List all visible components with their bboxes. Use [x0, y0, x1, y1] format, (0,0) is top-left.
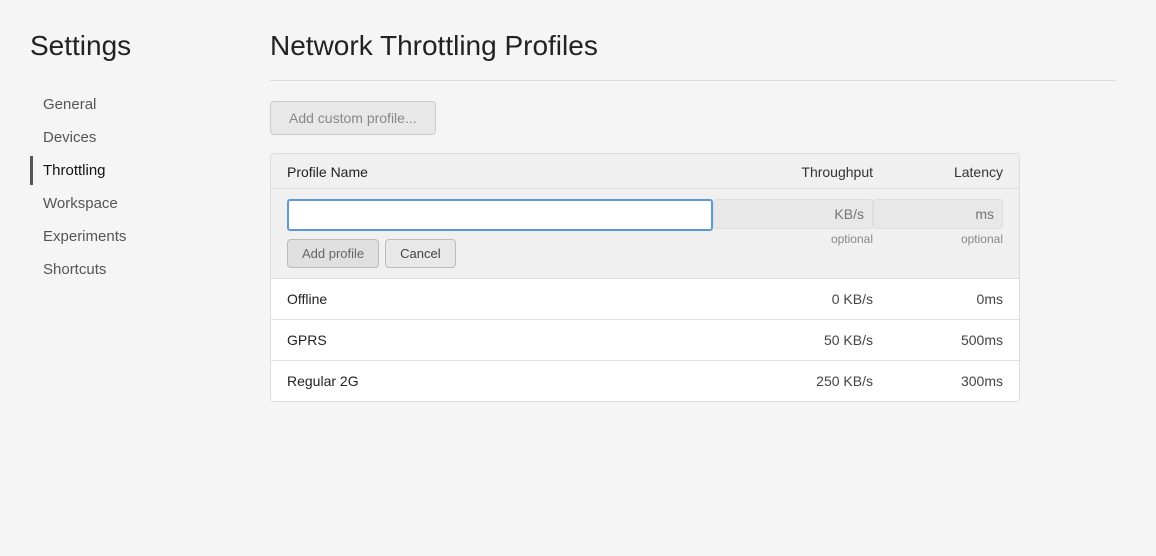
header-profile-name: Profile Name [287, 164, 713, 180]
sidebar-item-shortcuts[interactable]: Shortcuts [30, 255, 210, 284]
row-latency: 500ms [873, 332, 1003, 348]
add-profile-button[interactable]: Add profile [287, 239, 379, 268]
sidebar-title: Settings [30, 30, 210, 62]
page-title: Network Throttling Profiles [270, 30, 1116, 62]
divider [270, 80, 1116, 81]
row-latency: 300ms [873, 373, 1003, 389]
table-row: Offline 0 KB/s 0ms [271, 279, 1019, 320]
row-name: Regular 2G [287, 373, 713, 389]
throughput-col: optional [713, 199, 873, 246]
latency-input[interactable] [873, 199, 1003, 229]
row-name: GPRS [287, 332, 713, 348]
table-row: Regular 2G 250 KB/s 300ms [271, 361, 1019, 401]
profile-name-col: Add profile Cancel [287, 199, 713, 268]
main-content: Network Throttling Profiles Add custom p… [230, 0, 1156, 556]
throughput-optional-label: optional [713, 232, 873, 246]
profile-name-input[interactable] [287, 199, 713, 231]
row-throughput: 250 KB/s [713, 373, 873, 389]
add-custom-profile-button[interactable]: Add custom profile... [270, 101, 436, 135]
row-throughput: 50 KB/s [713, 332, 873, 348]
app-container: Settings General Devices Throttling Work… [0, 0, 1156, 556]
table-row: GPRS 50 KB/s 500ms [271, 320, 1019, 361]
header-throughput: Throughput [713, 164, 873, 180]
sidebar-item-experiments[interactable]: Experiments [30, 222, 210, 251]
cancel-button[interactable]: Cancel [385, 239, 455, 268]
row-throughput: 0 KB/s [713, 291, 873, 307]
sidebar-item-general[interactable]: General [30, 90, 210, 119]
sidebar-item-workspace[interactable]: Workspace [30, 189, 210, 218]
add-row-actions: Add profile Cancel [287, 239, 713, 268]
table-header: Profile Name Throughput Latency [271, 154, 1019, 189]
sidebar-nav: General Devices Throttling Workspace Exp… [30, 90, 210, 284]
header-latency: Latency [873, 164, 1003, 180]
latency-optional-label: optional [873, 232, 1003, 246]
throughput-input[interactable] [713, 199, 873, 229]
row-latency: 0ms [873, 291, 1003, 307]
sidebar-item-throttling[interactable]: Throttling [30, 156, 210, 185]
sidebar: Settings General Devices Throttling Work… [0, 0, 230, 556]
row-name: Offline [287, 291, 713, 307]
profiles-table: Profile Name Throughput Latency Add prof… [270, 153, 1020, 402]
latency-col: optional [873, 199, 1003, 246]
sidebar-item-devices[interactable]: Devices [30, 123, 210, 152]
add-profile-row: Add profile Cancel optional optional [271, 189, 1019, 279]
